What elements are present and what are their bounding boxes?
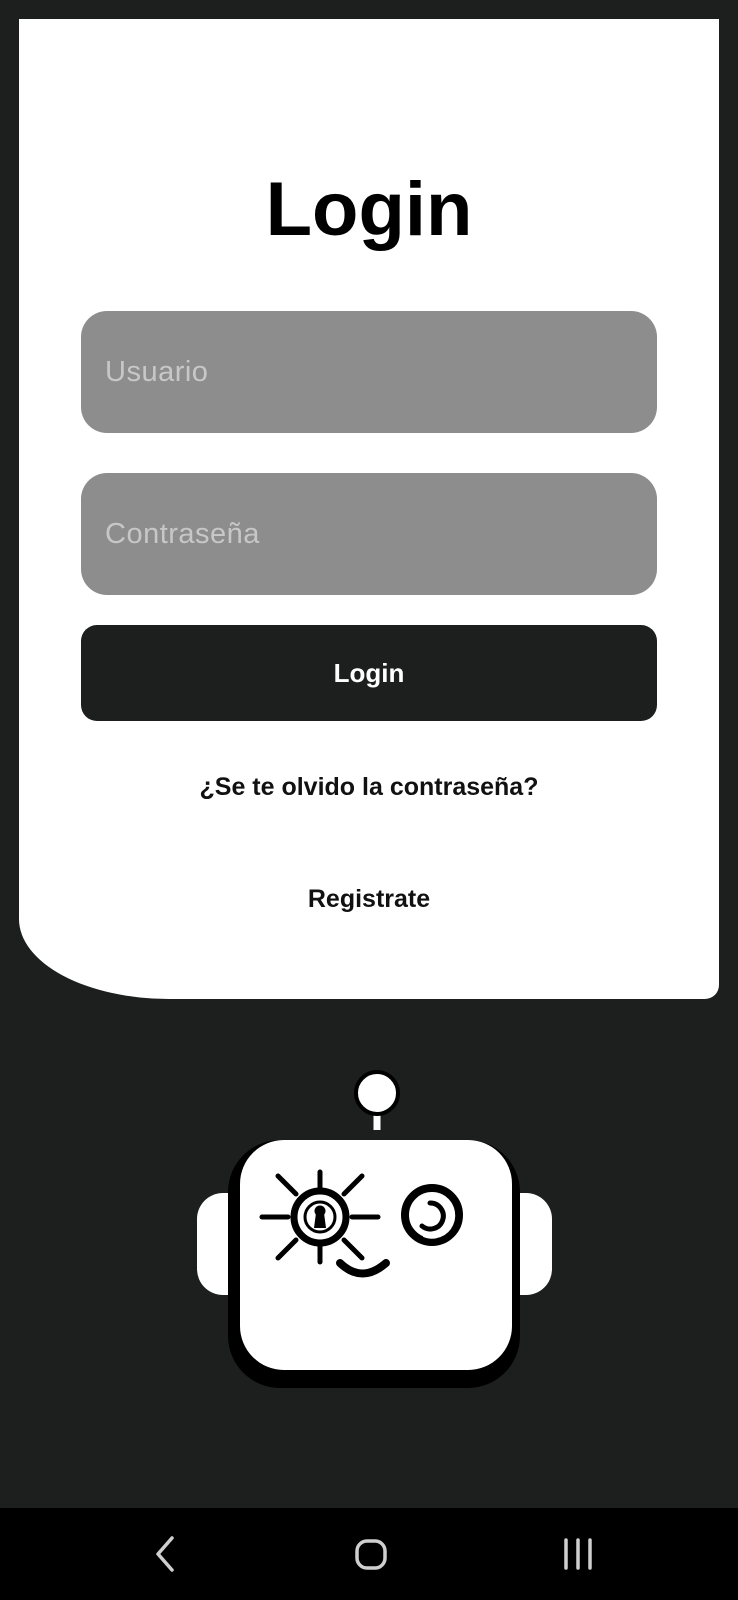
forgot-password-link[interactable]: ¿Se te olvido la contraseña?	[0, 773, 738, 802]
nav-recents-button[interactable]	[548, 1526, 608, 1582]
home-icon	[355, 1539, 387, 1570]
username-input[interactable]	[81, 311, 657, 433]
page-title: Login	[265, 167, 473, 252]
nav-home-button[interactable]	[341, 1526, 401, 1582]
login-button[interactable]: Login	[81, 625, 657, 721]
app-screen: Login Login ¿Se te olvido la contraseña?…	[0, 0, 738, 1600]
back-chevron-icon	[156, 1536, 174, 1572]
nav-back-button[interactable]	[135, 1526, 195, 1582]
system-nav-bar	[0, 1508, 738, 1600]
robot-antenna-ball	[354, 1070, 400, 1116]
recent-apps-icon	[564, 1538, 592, 1570]
register-link[interactable]: Registrate	[0, 885, 738, 914]
robot-lock-logo	[197, 1070, 552, 1388]
password-input[interactable]	[81, 473, 657, 595]
